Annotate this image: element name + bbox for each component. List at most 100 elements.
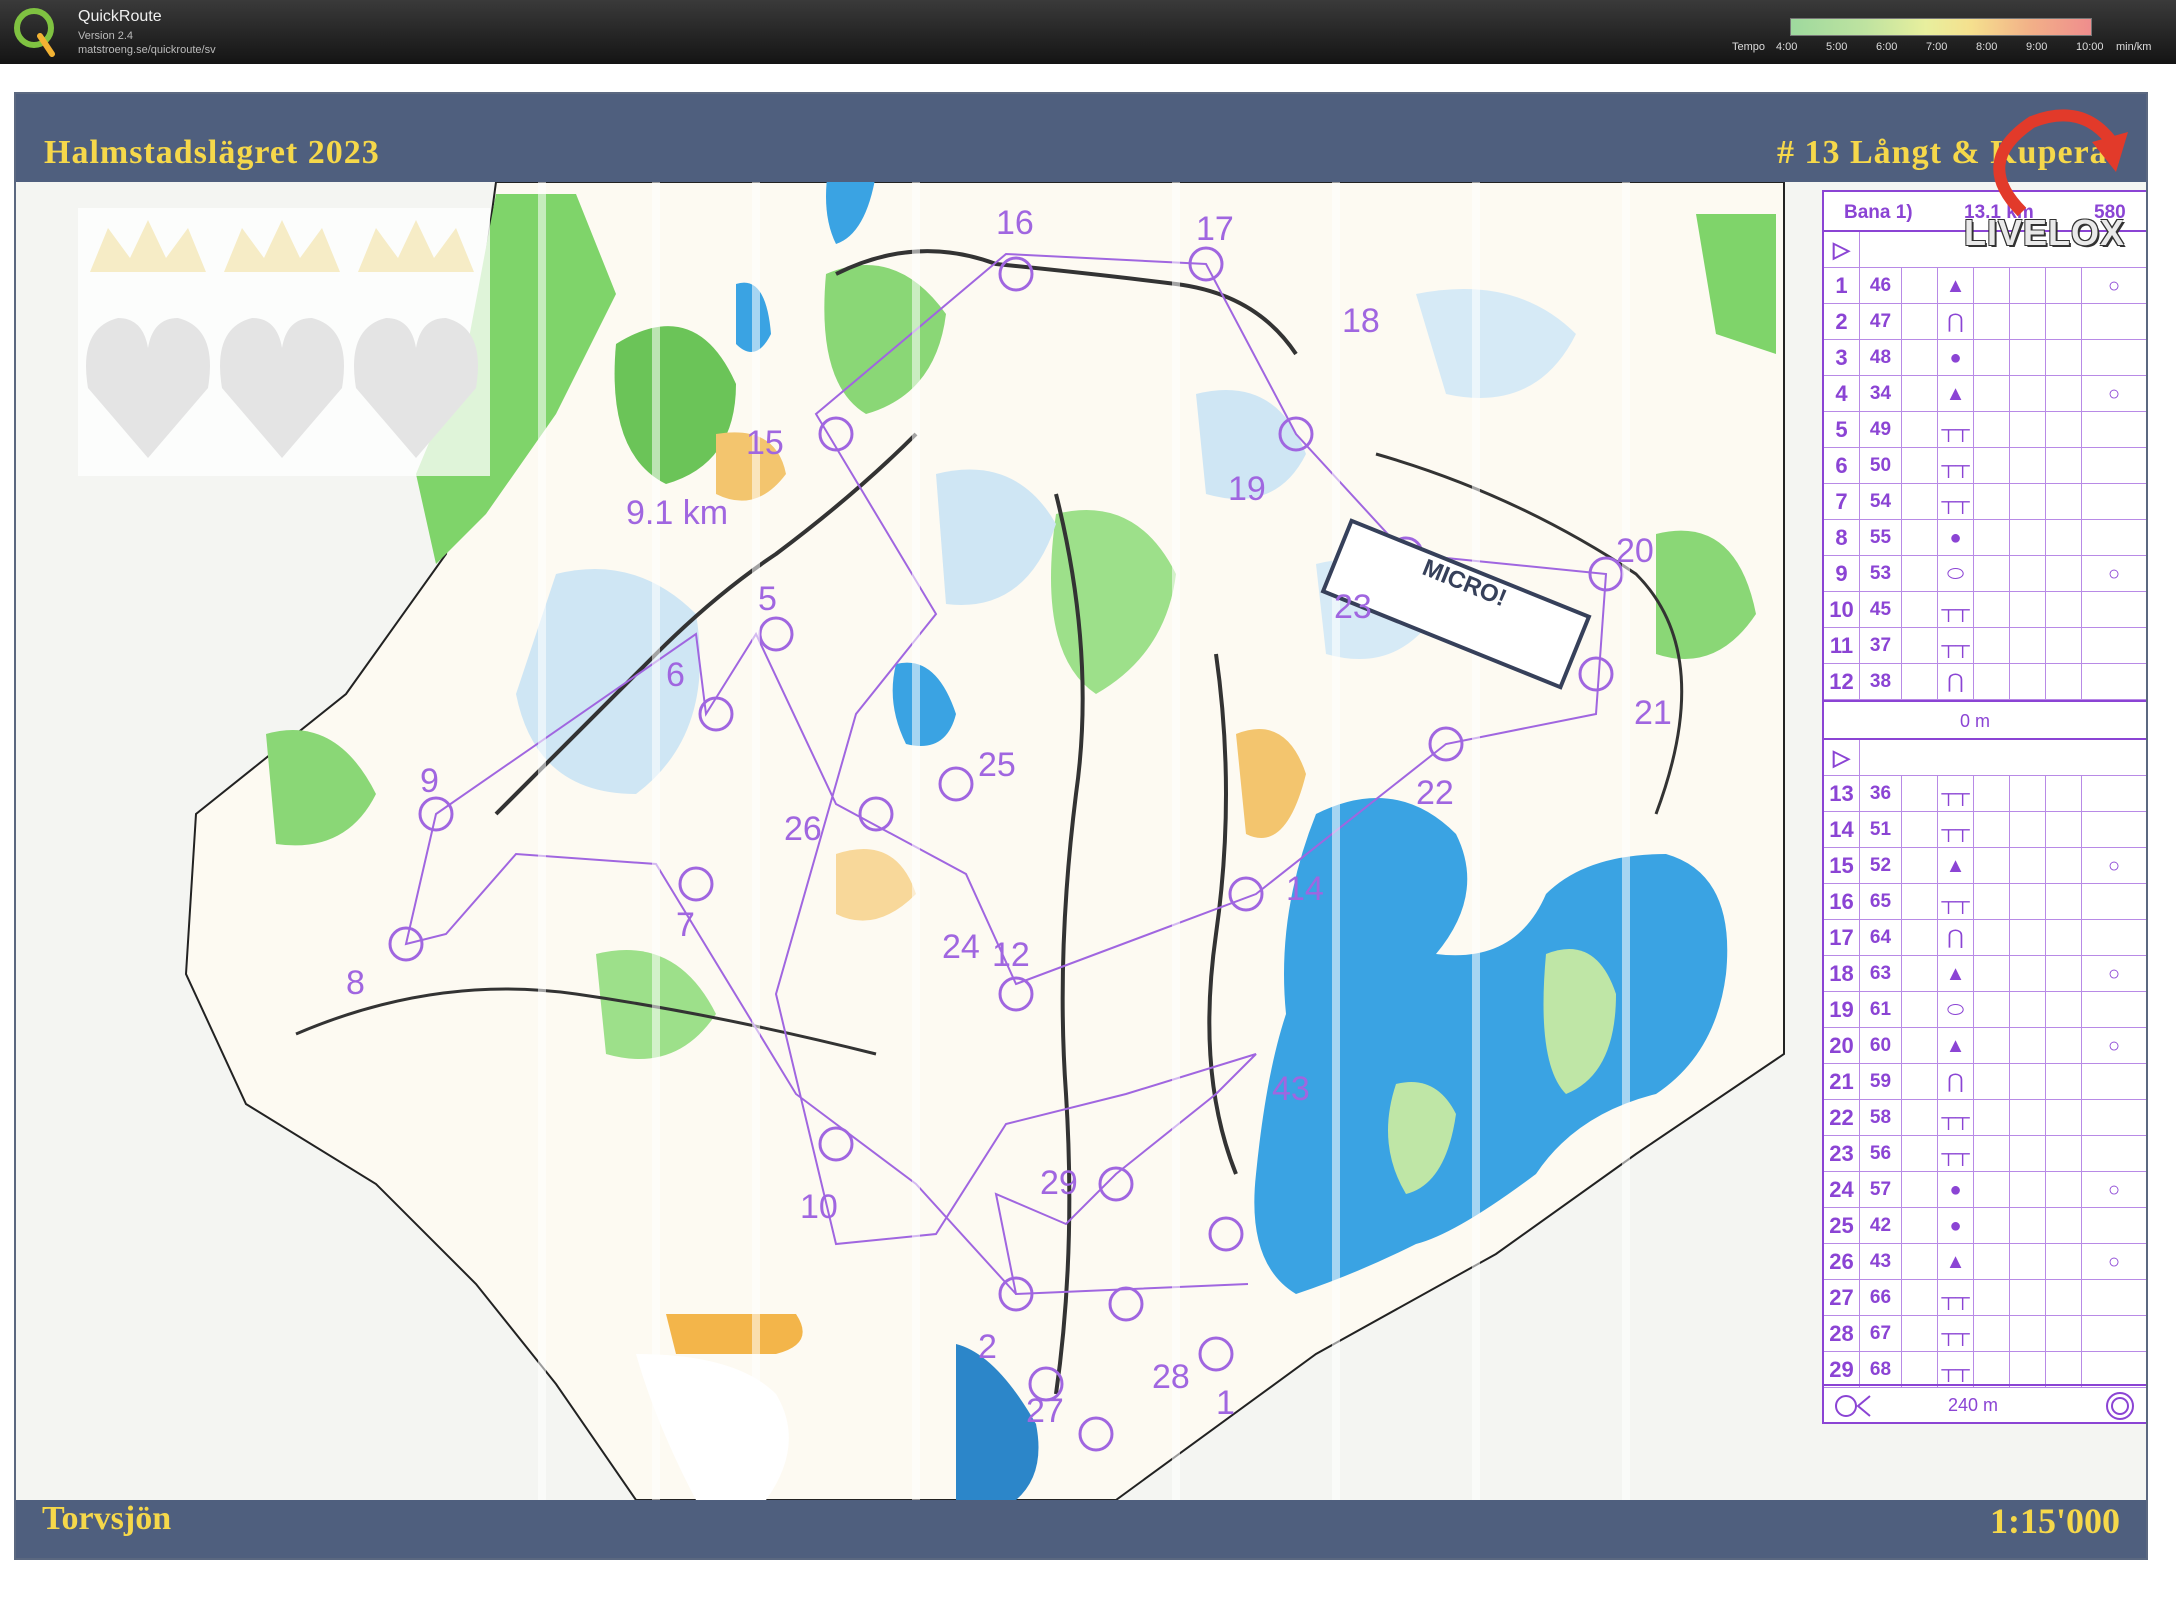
description-row: 4 34 ▲ ○: [1824, 376, 2146, 412]
tempo-tick: 4:00: [1776, 41, 1798, 53]
control-number: 2: [978, 1328, 997, 1366]
description-row: 6 50 ┬┬: [1824, 448, 2146, 484]
location-symbol-icon: [2082, 992, 2146, 1028]
tempo-tick: 5:00: [1826, 41, 1848, 53]
control-number: 17: [1196, 210, 1234, 248]
app-title: QuickRoute: [78, 8, 162, 25]
control-sequence: 19: [1824, 992, 1860, 1028]
control-sequence: 4: [1824, 376, 1860, 412]
feature-symbol-icon: ▲: [1938, 268, 1974, 304]
heart-icon: [354, 318, 478, 458]
control-sequence: 10: [1824, 592, 1860, 628]
description-row: 14 51 ┬┬: [1824, 812, 2146, 848]
description-row: 22 58 ┬┬: [1824, 1100, 2146, 1136]
control-sequence: 23: [1824, 1136, 1860, 1172]
app-url[interactable]: matstroeng.se/quickroute/sv: [78, 44, 216, 56]
control-sequence: 7: [1824, 484, 1860, 520]
control-number: 21: [1634, 694, 1672, 732]
control-sequence: 12: [1824, 664, 1860, 700]
crown-icon: [224, 220, 340, 272]
description-row: 7 54 ┬┬: [1824, 484, 2146, 520]
location-symbol-icon: [2082, 664, 2146, 700]
description-row: 8 55 ●: [1824, 520, 2146, 556]
description-row: 13 36 ┬┬: [1824, 776, 2146, 812]
control-sequence: 6: [1824, 448, 1860, 484]
control-sequence: 17: [1824, 920, 1860, 956]
description-row: 23 56 ┬┬: [1824, 1136, 2146, 1172]
control-number: 9: [420, 762, 439, 800]
description-row: 9 53 ⬭ ○: [1824, 556, 2146, 592]
location-symbol-icon: [2082, 1208, 2146, 1244]
control-code: 58: [1860, 1100, 1902, 1136]
location-symbol-icon: ○: [2107, 1035, 2121, 1057]
feature-symbol-icon: ┬┬: [1938, 412, 1974, 448]
location-symbol-icon: [2082, 448, 2146, 484]
description-row: 20 60 ▲ ○: [1824, 1028, 2146, 1064]
map-scale: 1:15'000: [1990, 1501, 2120, 1541]
crown-and-heart-icons: [86, 220, 478, 458]
route-distance-label: 9.1 km: [626, 494, 729, 532]
location-symbol-icon: [2082, 628, 2146, 664]
tempo-color-scale: [1790, 18, 2092, 36]
control-number: 5: [758, 580, 777, 618]
tempo-label: Tempo: [1732, 41, 1766, 53]
control-number: 43: [1272, 1070, 1310, 1108]
control-number: 10: [800, 1188, 838, 1226]
feature-symbol-icon: ┬┬: [1938, 628, 1974, 664]
crown-icon: [358, 220, 474, 272]
description-row: 10 45 ┬┬: [1824, 592, 2146, 628]
control-sequence: 25: [1824, 1208, 1860, 1244]
feature-symbol-icon: ⋂: [1938, 920, 1974, 956]
app-version: Version 2.4: [78, 30, 134, 42]
control-sequence: 22: [1824, 1100, 1860, 1136]
feature-symbol-icon: ▲: [1938, 1244, 1974, 1280]
location-symbol-icon: [2082, 1316, 2146, 1352]
feature-symbol-icon: ▲: [1938, 1028, 1974, 1064]
control-code: 38: [1860, 664, 1902, 700]
description-row: 18 63 ▲ ○: [1824, 956, 2146, 992]
location-symbol-icon: ○: [2107, 855, 2121, 877]
control-number: 15: [746, 424, 784, 462]
control-number: 20: [1616, 532, 1654, 570]
location-symbol-icon: [2082, 884, 2146, 920]
feature-symbol-icon: ▲: [1938, 376, 1974, 412]
description-row: 24 57 ● ○: [1824, 1172, 2146, 1208]
tempo-tick: 6:00: [1876, 41, 1898, 53]
description-row: 26 43 ▲ ○: [1824, 1244, 2146, 1280]
description-row: 15 52 ▲ ○: [1824, 848, 2146, 884]
control-code: 61: [1860, 992, 1902, 1028]
control-number: 29: [1040, 1164, 1078, 1202]
control-code: 59: [1860, 1064, 1902, 1100]
map-footer-band: [16, 1500, 2146, 1558]
feature-symbol-icon: ⬭: [1938, 992, 1974, 1028]
control-number: 12: [992, 936, 1030, 974]
description-row: 2 47 ⋂: [1824, 304, 2146, 340]
control-code: 65: [1860, 884, 1902, 920]
area-name: Torvsjön: [42, 1500, 172, 1537]
control-sequence: 27: [1824, 1280, 1860, 1316]
control-number: 14: [1286, 870, 1324, 908]
location-symbol-icon: [2082, 1136, 2146, 1172]
control-sequence: 9: [1824, 556, 1860, 592]
location-symbol-icon: ○: [2107, 563, 2121, 585]
feature-symbol-icon: ┬┬: [1938, 592, 1974, 628]
control-sequence: 13: [1824, 776, 1860, 812]
feature-symbol-icon: ┬┬: [1938, 776, 1974, 812]
control-code: 47: [1860, 304, 1902, 340]
feature-symbol-icon: ⬭: [1938, 556, 1974, 592]
control-code: 53: [1860, 556, 1902, 592]
location-symbol-icon: [2082, 340, 2146, 376]
location-symbol-icon: [2082, 1280, 2146, 1316]
feature-symbol-icon: ┬┬: [1938, 1136, 1974, 1172]
control-number: 23: [1334, 588, 1372, 626]
control-code: 60: [1860, 1028, 1902, 1064]
control-sequence: 8: [1824, 520, 1860, 556]
control-number: 28: [1152, 1358, 1190, 1396]
feature-symbol-icon: ┬┬: [1938, 448, 1974, 484]
orienteering-map[interactable]: Halmstadslägret 2023 # 13 Långt & Kupera…: [14, 92, 2148, 1560]
control-code: 57: [1860, 1172, 1902, 1208]
quickroute-logo-icon: [14, 8, 55, 57]
description-row: 27 66 ┬┬: [1824, 1280, 2146, 1316]
control-sequence: 16: [1824, 884, 1860, 920]
location-symbol-icon: [2082, 520, 2146, 556]
